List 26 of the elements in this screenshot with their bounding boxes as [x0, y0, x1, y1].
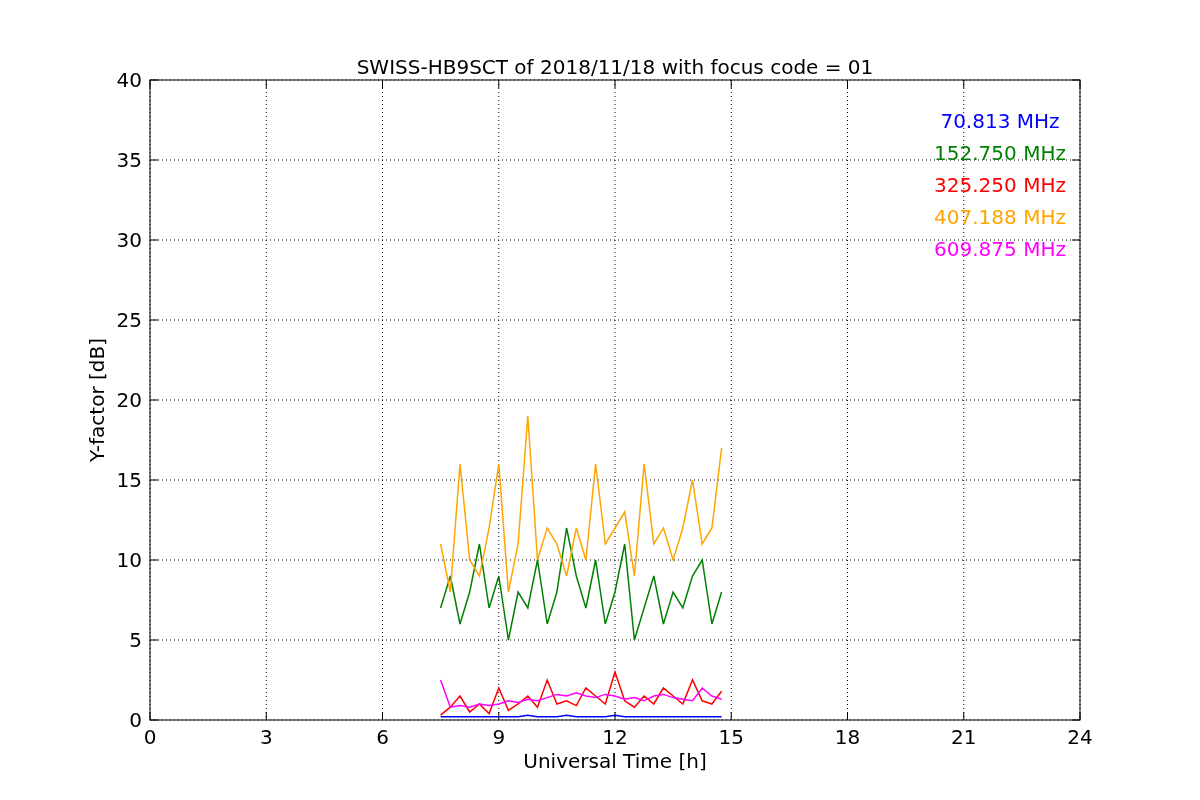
legend-label: 70.813 MHz — [940, 109, 1060, 133]
y-tick-label: 25 — [116, 308, 142, 332]
y-tick-label: 30 — [116, 228, 142, 252]
x-tick-label: 18 — [834, 725, 861, 749]
legend-label: 325.250 MHz — [934, 173, 1066, 197]
x-tick-label: 3 — [259, 725, 273, 749]
x-tick-label: 0 — [143, 725, 157, 749]
legend-label: 407.188 MHz — [934, 205, 1066, 229]
x-tick-label: 21 — [951, 725, 977, 749]
x-tick-label: 6 — [376, 725, 389, 749]
y-axis-title: Y-factor [dB] — [85, 338, 109, 462]
y-tick-label: 10 — [116, 548, 142, 572]
x-tick-label: 15 — [718, 725, 744, 749]
x-tick-label: 24 — [1067, 725, 1093, 749]
legend-label: 609.875 MHz — [934, 237, 1066, 261]
y-tick-label: 0 — [129, 708, 142, 732]
legend-label: 152.750 MHz — [934, 141, 1066, 165]
x-tick-label: 9 — [492, 725, 506, 749]
y-tick-label: 35 — [116, 148, 142, 172]
x-axis-title: Universal Time [h] — [523, 749, 707, 773]
y-tick-label: 5 — [129, 628, 142, 652]
chart-title: SWISS-HB9SCT of 2018/11/18 with focus code = 01 — [356, 55, 874, 79]
y-tick-label: 40 — [116, 68, 142, 92]
x-tick-label: 12 — [602, 725, 628, 749]
y-tick-label: 20 — [116, 388, 142, 412]
y-tick-label: 15 — [116, 468, 142, 492]
